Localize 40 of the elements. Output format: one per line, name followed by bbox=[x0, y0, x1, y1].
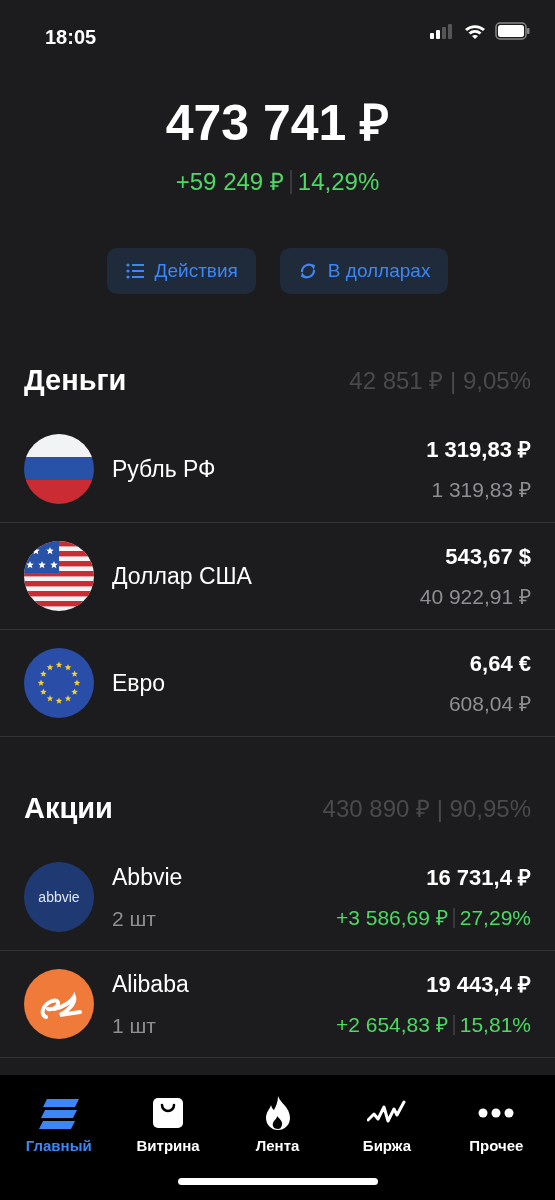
company-logo: abbvie bbox=[24, 862, 94, 932]
signal-icon bbox=[429, 23, 455, 39]
currency-name: Рубль РФ bbox=[112, 454, 217, 484]
stock-value: 19 443,4 ₽ bbox=[426, 970, 531, 999]
tab-item[interactable]: Главный bbox=[4, 1075, 114, 1159]
shopping-bag-icon bbox=[152, 1097, 185, 1129]
currency-name: Евро bbox=[112, 668, 167, 698]
currency-name: Доллар США bbox=[112, 561, 253, 591]
tab-item[interactable]: Лента bbox=[222, 1075, 333, 1159]
tab-item[interactable]: Прочее bbox=[441, 1075, 552, 1159]
russia-flag-icon bbox=[24, 434, 94, 504]
status-time: 18:05 bbox=[45, 25, 97, 50]
currency-amount: 1 319,83 ₽ bbox=[426, 435, 531, 464]
currency-value-rub: 608,04 ₽ bbox=[448, 690, 531, 717]
battery-icon bbox=[495, 22, 531, 40]
currency-value-rub: 1 319,83 ₽ bbox=[430, 476, 531, 503]
stock-name: Abbvie bbox=[112, 863, 184, 892]
action-button[interactable]: Действия bbox=[106, 248, 256, 294]
currency-amount: 6,64 € bbox=[468, 649, 531, 678]
stock-quantity: 1 шт bbox=[112, 1012, 157, 1039]
wifi-icon bbox=[463, 22, 487, 40]
stock-value: 16 731,4 ₽ bbox=[426, 863, 531, 892]
stock-change-percent: 15,81% bbox=[459, 1011, 531, 1038]
stock-change-percent: 27,29% bbox=[459, 904, 531, 931]
tab-item[interactable]: Витрина bbox=[113, 1075, 223, 1159]
action-button[interactable]: В долларах bbox=[279, 248, 449, 294]
stock-change: +3 586,69 ₽ bbox=[335, 904, 448, 931]
portfolio-total: 473 741 ₽ bbox=[164, 98, 391, 148]
list-icon bbox=[124, 261, 145, 281]
tab-item[interactable]: Биржа bbox=[332, 1075, 442, 1159]
flame-icon bbox=[263, 1095, 292, 1131]
portfolio-change: +59 249 ₽ bbox=[175, 167, 284, 197]
currency-amount: 543,67 $ bbox=[444, 542, 531, 571]
stock-quantity: 2 шт bbox=[112, 905, 157, 932]
section-title: Акции bbox=[24, 791, 113, 827]
stock-name: Alibaba bbox=[112, 970, 190, 999]
stock-change: +2 654,83 ₽ bbox=[335, 1011, 448, 1038]
portfolio-change-percent: 14,29% bbox=[297, 167, 380, 197]
section-title: Деньги bbox=[24, 363, 127, 399]
currency-value-rub: 40 922,91 ₽ bbox=[419, 583, 531, 610]
